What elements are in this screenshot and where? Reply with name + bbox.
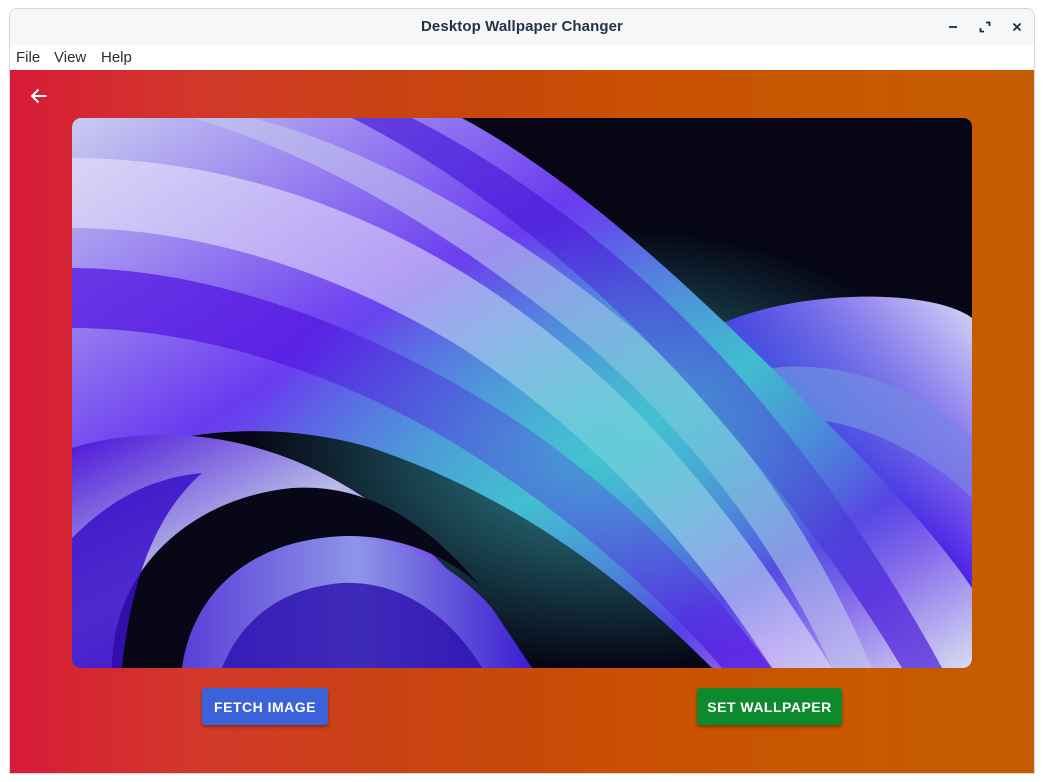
wallpaper-image (72, 118, 972, 668)
main-content: FETCH IMAGE SET WALLPAPER (10, 70, 1034, 773)
maximize-button[interactable] (974, 16, 996, 38)
minimize-button[interactable] (942, 16, 964, 38)
back-button[interactable] (26, 86, 52, 110)
arrow-left-icon (30, 88, 48, 109)
wallpaper-preview (72, 118, 972, 668)
fetch-image-button[interactable]: FETCH IMAGE (202, 688, 328, 725)
close-button[interactable] (1006, 16, 1028, 38)
menu-file[interactable]: File (16, 49, 40, 66)
set-wallpaper-button[interactable]: SET WALLPAPER (697, 688, 842, 725)
menu-help[interactable]: Help (101, 49, 132, 66)
maximize-icon (979, 21, 991, 33)
close-icon (1011, 21, 1023, 33)
title-bar[interactable]: Desktop Wallpaper Changer (10, 9, 1034, 45)
app-window: Desktop Wallpaper Changer File View Help… (9, 8, 1035, 774)
window-title: Desktop Wallpaper Changer (421, 18, 623, 35)
menu-view[interactable]: View (54, 49, 86, 66)
minimize-icon (947, 21, 959, 33)
menu-bar: File View Help (10, 45, 1034, 70)
